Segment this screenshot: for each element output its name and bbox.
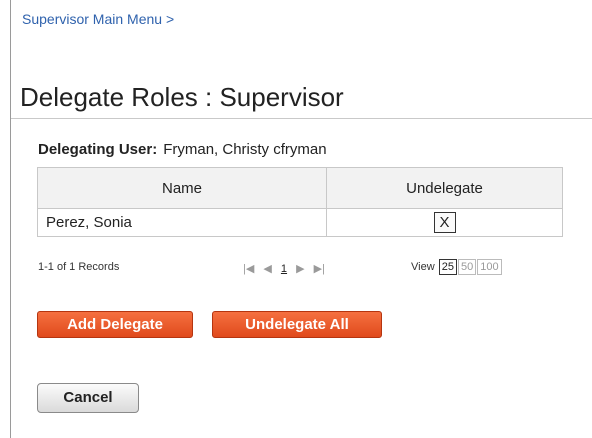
table-row: Perez, Sonia X xyxy=(37,208,563,237)
page-size-selector: View 25 50 100 xyxy=(411,259,502,275)
delegating-user-value: Fryman, Christy cfryman xyxy=(163,141,327,158)
title-divider xyxy=(11,118,592,119)
page-size-25[interactable]: 25 xyxy=(438,259,457,275)
delegate-name-cell: Perez, Sonia xyxy=(37,208,327,237)
delegating-user: Delegating User: Fryman, Christy cfryman xyxy=(38,141,327,158)
page-number-1[interactable]: 1 xyxy=(281,263,287,275)
undelegate-cell: X xyxy=(326,208,563,237)
page-size-100[interactable]: 100 xyxy=(477,259,502,275)
add-delegate-button[interactable]: Add Delegate xyxy=(37,311,193,338)
delegating-user-label: Delegating User: xyxy=(38,141,158,158)
last-page-icon[interactable]: ▶| xyxy=(314,263,325,275)
left-border xyxy=(10,0,11,438)
cancel-button[interactable]: Cancel xyxy=(37,383,139,413)
page-size-50[interactable]: 50 xyxy=(457,259,477,275)
table-header-row: Name Undelegate xyxy=(37,167,563,209)
breadcrumb[interactable]: Supervisor Main Menu > xyxy=(22,11,174,27)
prev-page-icon[interactable]: ◀ xyxy=(263,263,271,275)
undelegate-button[interactable]: X xyxy=(433,212,456,233)
next-page-icon[interactable]: ▶ xyxy=(296,263,304,275)
view-label: View xyxy=(411,261,435,273)
column-header-name[interactable]: Name xyxy=(37,167,327,209)
records-count: 1-1 of 1 Records xyxy=(38,261,120,273)
delegates-table: Name Undelegate Perez, Sonia X xyxy=(37,167,563,237)
pagination-controls: |◀ ◀ 1 ▶ ▶| xyxy=(243,262,331,275)
first-page-icon[interactable]: |◀ xyxy=(243,263,254,275)
page-title: Delegate Roles : Supervisor xyxy=(20,82,344,112)
column-header-undelegate: Undelegate xyxy=(326,167,563,209)
undelegate-all-button[interactable]: Undelegate All xyxy=(212,311,382,338)
